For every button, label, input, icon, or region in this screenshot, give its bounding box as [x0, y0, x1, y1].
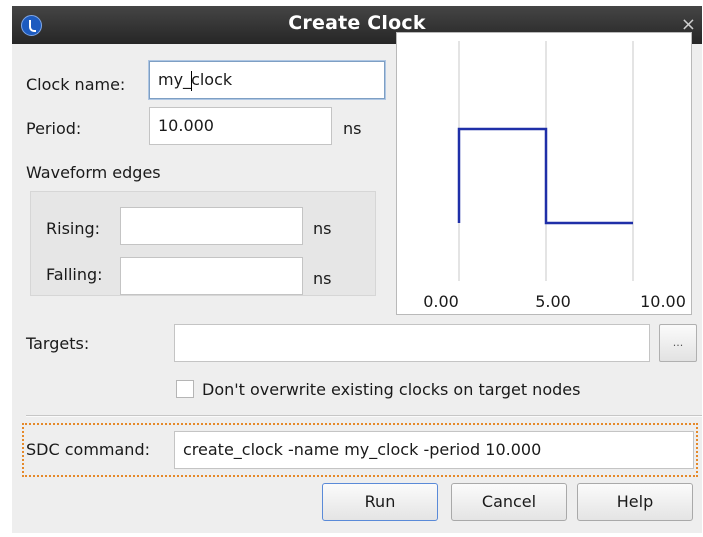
waveform-edges-label: Waveform edges	[26, 163, 161, 182]
clock-waveform-line	[457, 127, 633, 225]
clock-name-label: Clock name:	[26, 75, 126, 94]
x-tick-label: 0.00	[423, 292, 459, 311]
targets-input[interactable]	[174, 324, 650, 362]
cancel-button[interactable]: Cancel	[451, 483, 567, 521]
clock-name-value-part2: clock	[191, 70, 233, 89]
sdc-command-label: SDC command:	[26, 440, 150, 459]
waveform-preview: 0.00 5.00 10.00	[396, 32, 692, 315]
rising-label: Rising:	[46, 219, 101, 238]
falling-unit: ns	[313, 269, 332, 288]
period-label: Period:	[26, 119, 82, 138]
dont-overwrite-label[interactable]: Don't overwrite existing clocks on targe…	[202, 380, 580, 399]
run-button[interactable]: Run	[322, 483, 438, 521]
clock-name-value-part1: my_	[158, 70, 192, 89]
x-tick-label: 10.00	[640, 292, 686, 311]
separator	[26, 415, 702, 417]
rising-input[interactable]	[120, 207, 303, 245]
falling-label: Falling:	[46, 265, 103, 284]
period-unit: ns	[343, 119, 362, 138]
period-input[interactable]: 10.000	[149, 107, 332, 145]
waveform-chart: 0.00 5.00 10.00	[423, 41, 686, 311]
sdc-command-field[interactable]: create_clock -name my_clock -period 10.0…	[174, 431, 694, 469]
browse-targets-button[interactable]: ...	[659, 324, 697, 362]
dialog-title: Create Clock	[288, 12, 426, 34]
help-button[interactable]: Help	[577, 483, 693, 521]
falling-input[interactable]	[120, 257, 303, 295]
dont-overwrite-checkbox[interactable]	[176, 380, 194, 398]
x-tick-label: 5.00	[535, 292, 571, 311]
create-clock-dialog: Create Clock × Clock name: my_clock Peri…	[12, 6, 702, 533]
clock-name-input[interactable]: my_clock	[149, 61, 385, 99]
rising-unit: ns	[313, 219, 332, 238]
targets-label: Targets:	[26, 334, 90, 353]
